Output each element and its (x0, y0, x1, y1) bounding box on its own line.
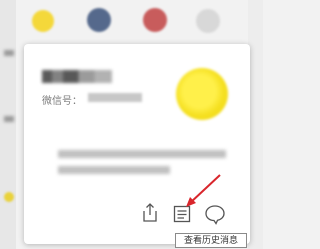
tooltip: 查看历史消息 (175, 233, 247, 248)
annotation-arrow (186, 174, 221, 207)
